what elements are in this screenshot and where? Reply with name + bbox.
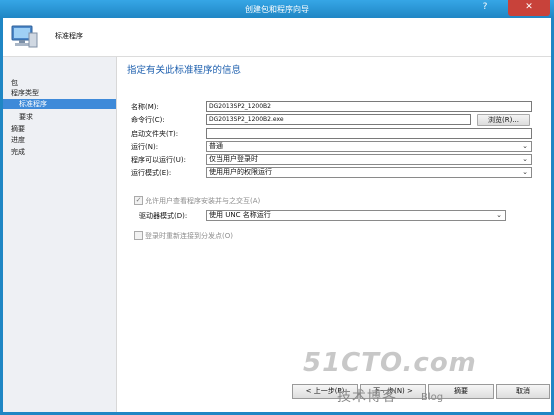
nav-item-program-type[interactable]: 程序类型 bbox=[3, 88, 124, 98]
header-title: 标准程序 bbox=[55, 32, 83, 40]
allow-interact-checkbox[interactable]: ✓ bbox=[134, 196, 143, 205]
watermark-main: 51CTO.com bbox=[303, 348, 477, 378]
nav-item-complete[interactable]: 完成 bbox=[3, 147, 124, 157]
nav-item-summary[interactable]: 摘要 bbox=[3, 124, 124, 134]
chevron-down-icon: ⌄ bbox=[522, 168, 528, 176]
run-when-select-value: 仅当用户登录时 bbox=[209, 155, 258, 163]
title-bar: 创建包和程序向导 ? ✕ bbox=[0, 0, 554, 18]
nav-item-standard-program[interactable]: 标准程序 bbox=[3, 99, 116, 109]
chevron-down-icon: ⌄ bbox=[522, 155, 528, 163]
drive-mode-select-value: 使用 UNC 名称运行 bbox=[209, 211, 271, 219]
chevron-down-icon: ⌄ bbox=[522, 142, 528, 150]
drive-mode-select[interactable]: 使用 UNC 名称运行 ⌄ bbox=[206, 210, 506, 221]
page-title: 指定有关此标准程序的信息 bbox=[127, 65, 242, 76]
reconnect-label: 登录时重新连接到分发点(O) bbox=[145, 232, 233, 240]
run-mode-select-value: 使用用户的权限运行 bbox=[209, 168, 272, 176]
run-mode-label: 运行模式(E): bbox=[131, 169, 172, 177]
chevron-down-icon: ⌄ bbox=[496, 211, 502, 219]
wizard-client: 标准程序 包 程序类型 标准程序 要求 摘要 进度 完成 指定有关此标准程序的信… bbox=[3, 18, 551, 412]
run-select-value: 普通 bbox=[209, 142, 223, 150]
computer-wizard-icon bbox=[11, 25, 38, 48]
run-mode-select[interactable]: 使用用户的权限运行 ⌄ bbox=[206, 167, 532, 178]
run-when-select[interactable]: 仅当用户登录时 ⌄ bbox=[206, 154, 532, 165]
wizard-header: 标准程序 bbox=[3, 18, 551, 57]
run-when-label: 程序可以运行(U): bbox=[131, 156, 186, 164]
nav-item-requirements[interactable]: 要求 bbox=[3, 112, 132, 122]
browse-button[interactable]: 浏览(R)... bbox=[477, 114, 530, 126]
watermark-blog: Blog bbox=[421, 392, 444, 403]
startup-folder-label: 启动文件夹(T): bbox=[131, 130, 179, 138]
run-select[interactable]: 普通 ⌄ bbox=[206, 141, 532, 152]
reconnect-checkbox[interactable] bbox=[134, 231, 143, 240]
wizard-nav: 包 程序类型 标准程序 要求 摘要 进度 完成 bbox=[3, 57, 117, 412]
cancel-button[interactable]: 取消 bbox=[496, 384, 550, 399]
help-button[interactable]: ? bbox=[474, 0, 496, 16]
watermark-sub: 技术博客 bbox=[337, 389, 397, 405]
run-label: 运行(N): bbox=[131, 143, 159, 151]
nav-item-progress[interactable]: 进度 bbox=[3, 135, 124, 145]
command-field[interactable]: DG2013SP2_1200B2.exe bbox=[206, 114, 471, 125]
allow-interact-label: 允许用户查看程序安装并与之交互(A) bbox=[145, 197, 261, 205]
name-field[interactable]: DG2013SP2_1200B2 bbox=[206, 101, 532, 112]
name-label: 名称(M): bbox=[131, 103, 159, 111]
watermark: 51CTO.com 技术博客 Blog bbox=[303, 348, 477, 405]
window-title: 创建包和程序向导 bbox=[245, 5, 309, 14]
close-button[interactable]: ✕ bbox=[508, 0, 550, 16]
nav-item-package[interactable]: 包 bbox=[3, 78, 124, 88]
drive-mode-label: 驱动器模式(D): bbox=[139, 212, 188, 220]
command-label: 命令行(C): bbox=[131, 116, 165, 124]
startup-folder-field[interactable] bbox=[206, 128, 532, 139]
